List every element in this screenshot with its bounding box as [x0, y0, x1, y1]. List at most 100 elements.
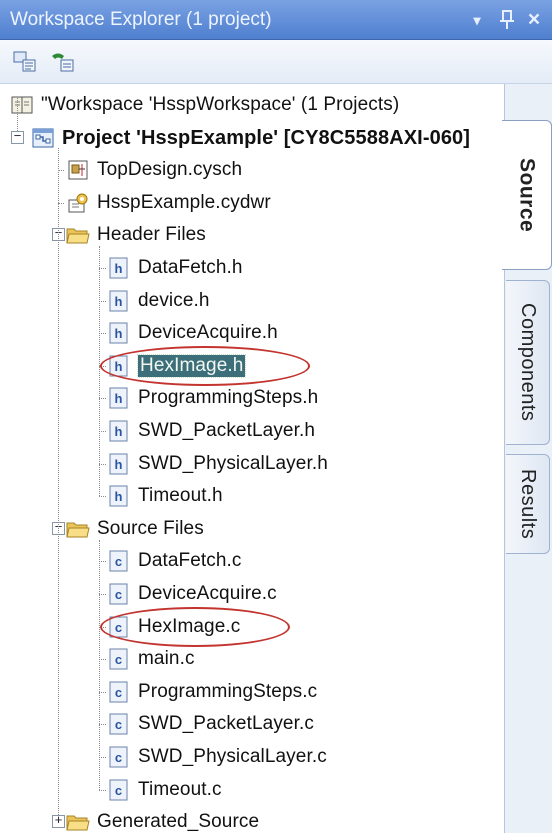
- highlight-circle-heximage-h: [100, 345, 310, 386]
- header-file-icon: h: [107, 452, 131, 476]
- tree-guide-line: [99, 691, 106, 693]
- file-label: SWD_PhysicalLayer.h: [138, 452, 328, 474]
- c-source-file-icon: c: [107, 778, 131, 802]
- tree-item-source-file[interactable]: c Timeout.c: [0, 773, 504, 806]
- tree-item-header-file[interactable]: h DataFetch.h: [0, 251, 504, 284]
- svg-text:h: h: [115, 489, 123, 504]
- tree-guide-line: [99, 594, 106, 595]
- svg-text:c: c: [115, 652, 122, 667]
- workspace-label: "Workspace 'HsspWorkspace' (1 Projects): [41, 94, 400, 115]
- title-bar[interactable]: Workspace Explorer (1 project) ▾ ×: [0, 0, 552, 40]
- workspace-icon: [10, 93, 34, 117]
- project-tree: "Workspace 'HsspWorkspace' (1 Projects) −…: [0, 84, 504, 833]
- project-label: Project 'HsspExample' [CY8C5588AXI-060]: [62, 126, 471, 149]
- tree-guide-line: [58, 147, 59, 816]
- design-wide-resources-icon: [66, 191, 90, 215]
- tree-guide-line: [99, 496, 106, 498]
- tree-item-source-file[interactable]: c DeviceAcquire.c: [0, 577, 504, 610]
- collapse-toggle-icon[interactable]: −: [11, 130, 24, 144]
- folder-label: Source Files: [97, 517, 204, 539]
- file-label: DeviceAcquire.c: [138, 583, 277, 604]
- tree-item-cydwr[interactable]: HsspExample.cydwr: [0, 186, 504, 219]
- tree-guide-line: [99, 268, 106, 269]
- tree-item-source-file[interactable]: c SWD_PacketLayer.c: [0, 707, 504, 740]
- tree-guide-line: [99, 398, 106, 400]
- svg-text:h: h: [115, 261, 123, 276]
- window-position-dropdown-icon[interactable]: ▾: [467, 8, 487, 32]
- svg-text:c: c: [115, 685, 122, 700]
- tab-results[interactable]: Results: [506, 454, 550, 554]
- c-source-file-icon: c: [107, 680, 131, 704]
- highlight-circle-heximage-c: [100, 606, 290, 647]
- header-file-icon: h: [107, 386, 131, 410]
- tree-item-header-file[interactable]: h ProgrammingSteps.h: [0, 381, 504, 414]
- auto-hide-pin-icon[interactable]: [496, 8, 518, 32]
- tree-item-header-file[interactable]: h DeviceAcquire.h: [0, 316, 504, 349]
- close-icon[interactable]: ×: [522, 8, 546, 32]
- file-label: ProgrammingSteps.h: [138, 387, 319, 409]
- folder-label: Header Files: [97, 224, 206, 246]
- svg-text:c: c: [115, 554, 122, 569]
- project-node[interactable]: − Project 'HsspExample' [CY8C5588AXI-060]: [0, 121, 504, 154]
- file-label: TopDesign.cysch: [97, 159, 243, 181]
- expand-toggle-icon[interactable]: +: [52, 814, 65, 829]
- properties-icon[interactable]: [12, 50, 38, 74]
- file-label: SWD_PacketLayer.h: [138, 420, 316, 441]
- header-file-icon: h: [107, 289, 131, 313]
- tree-item-source-file[interactable]: c DataFetch.c: [0, 544, 504, 577]
- c-source-file-icon: c: [107, 647, 131, 671]
- file-label: DataFetch.h: [138, 257, 243, 278]
- folder-label: Generated_Source: [97, 811, 260, 833]
- tree-guide-line: [99, 431, 106, 432]
- file-label: HsspExample.cydwr: [97, 191, 271, 213]
- tree-item-source-file[interactable]: c main.c: [0, 642, 504, 675]
- tree-guide-line: [58, 170, 64, 172]
- svg-text:c: c: [115, 717, 122, 732]
- tree-guide-line: [99, 333, 106, 335]
- header-file-icon: h: [107, 484, 131, 508]
- tree-guide-line: [99, 539, 100, 790]
- file-label: SWD_PacketLayer.c: [138, 713, 314, 735]
- tree-guide-line: [99, 561, 106, 563]
- svg-text:h: h: [115, 326, 123, 341]
- tree-item-source-file[interactable]: c ProgrammingSteps.c: [0, 675, 504, 708]
- tab-source[interactable]: Source: [502, 120, 552, 270]
- tree-item-header-file[interactable]: h SWD_PacketLayer.h: [0, 414, 504, 447]
- file-label: DeviceAcquire.h: [138, 322, 278, 344]
- tree-item-header-file[interactable]: h SWD_PhysicalLayer.h: [0, 447, 504, 480]
- folder-icon: [66, 810, 90, 833]
- header-file-icon: h: [107, 321, 131, 345]
- workspace-node[interactable]: "Workspace 'HsspWorkspace' (1 Projects): [0, 88, 504, 121]
- tree-item-source-file[interactable]: c SWD_PhysicalLayer.c: [0, 740, 504, 773]
- file-label: device.h: [138, 289, 210, 311]
- hierarchy-icon[interactable]: [50, 50, 76, 74]
- tree-guide-line: [99, 463, 106, 465]
- tree-item-topdesign[interactable]: TopDesign.cysch: [0, 153, 504, 186]
- file-label: ProgrammingSteps.c: [138, 680, 318, 702]
- c-source-file-icon: c: [107, 549, 131, 573]
- tree-guide-line: [99, 789, 106, 791]
- tab-components[interactable]: Components: [506, 280, 550, 445]
- folder-source-files[interactable]: − Source Files: [0, 512, 504, 545]
- workspace-explorer-panel: Workspace Explorer (1 project) ▾ × "Work…: [0, 0, 552, 833]
- c-source-file-icon: c: [107, 582, 131, 606]
- tree-item-header-file[interactable]: h device.h: [0, 284, 504, 317]
- svg-text:c: c: [115, 783, 122, 798]
- svg-text:h: h: [115, 424, 123, 439]
- c-source-file-icon: c: [107, 712, 131, 736]
- tree-guide-line: [99, 757, 106, 758]
- side-tab-strip: Source Components Results: [502, 84, 552, 833]
- folder-icon: [66, 223, 90, 247]
- tree-item-header-file[interactable]: h Timeout.h: [0, 479, 504, 512]
- folder-generated-source[interactable]: + Generated_Source: [0, 805, 504, 833]
- tree-guide-line: [17, 97, 18, 131]
- svg-text:h: h: [115, 457, 123, 472]
- panel-title: Workspace Explorer (1 project): [10, 9, 272, 30]
- folder-header-files[interactable]: − Header Files: [0, 218, 504, 251]
- explorer-toolbar: [0, 40, 552, 84]
- tree-guide-line: [99, 724, 106, 726]
- c-source-file-icon: c: [107, 745, 131, 769]
- file-label: Timeout.c: [138, 778, 222, 800]
- tree-guide-line: [99, 300, 106, 302]
- svg-text:c: c: [115, 587, 122, 602]
